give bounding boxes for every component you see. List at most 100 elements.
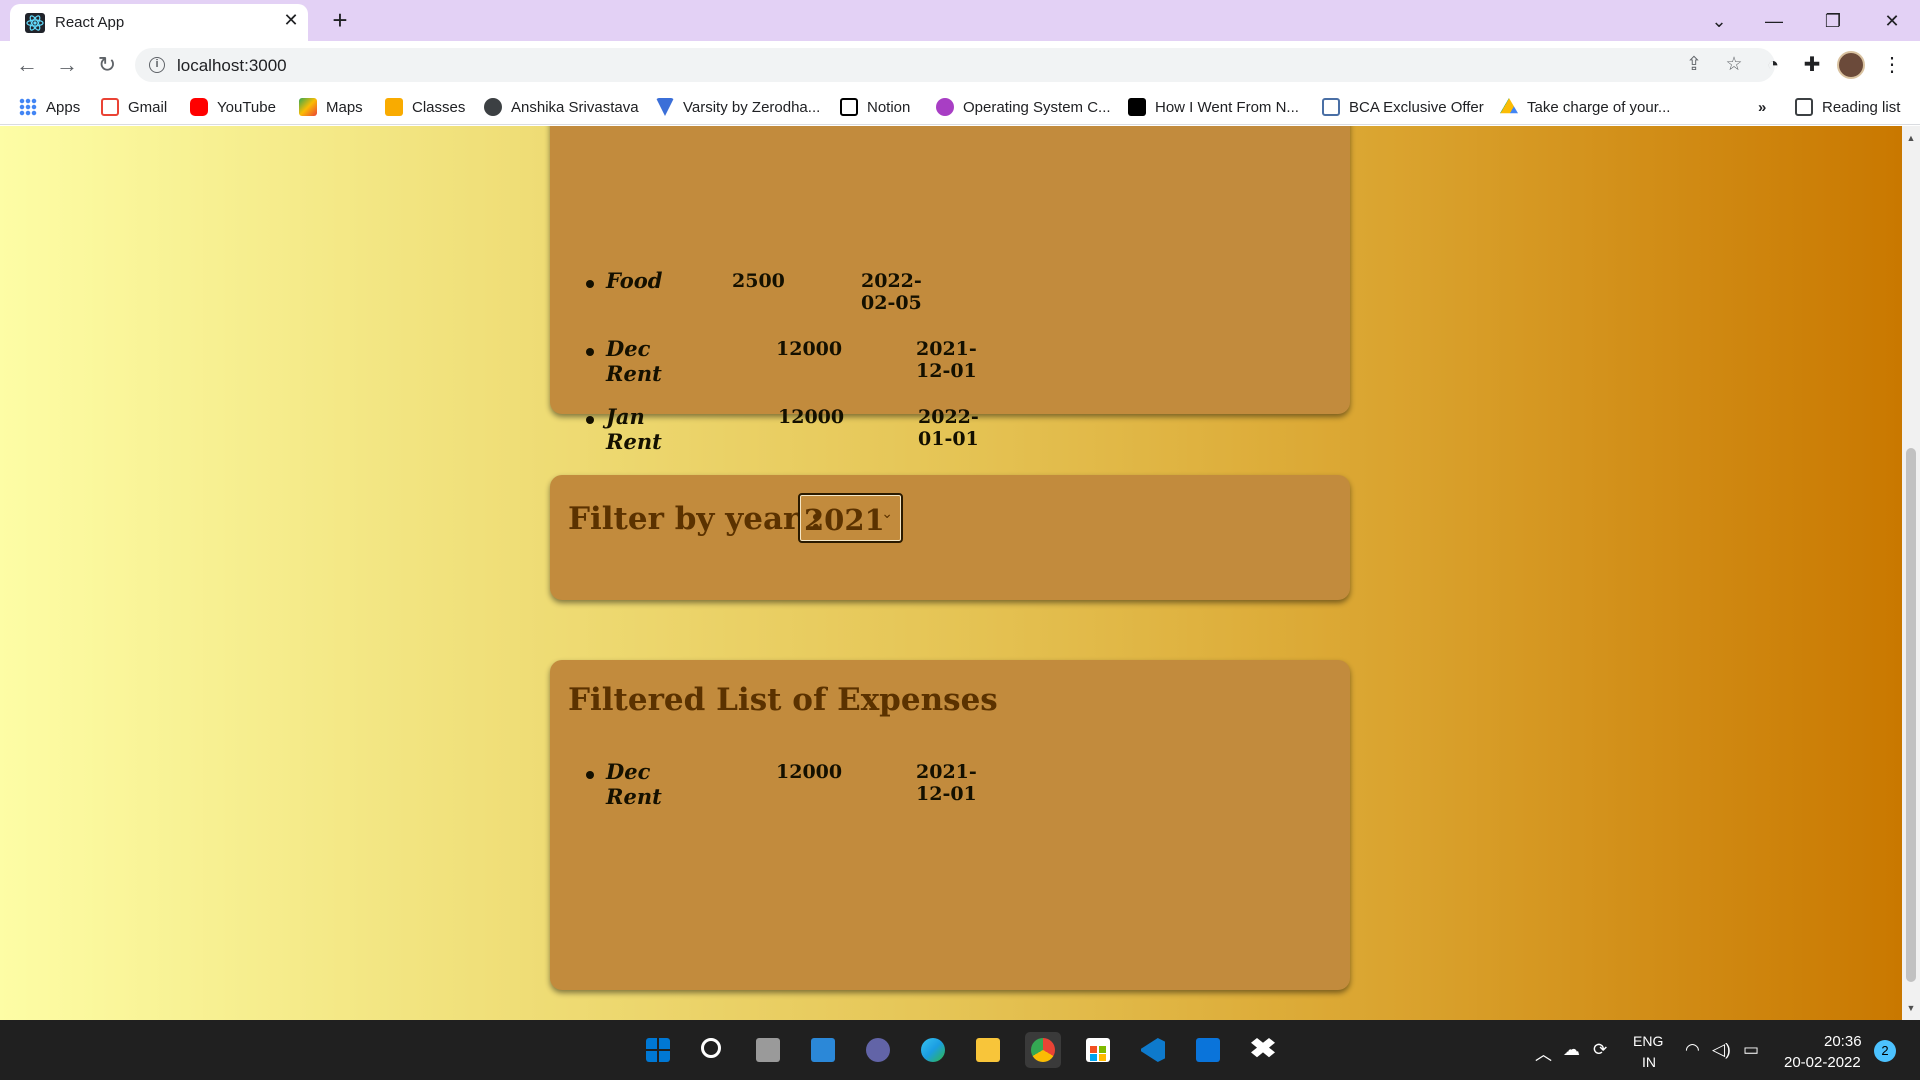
close-window-button[interactable]: ✕: [1877, 6, 1907, 36]
scroll-down-icon[interactable]: ▼: [1902, 1000, 1920, 1016]
reading-list-icon: [1795, 98, 1813, 116]
teams-chat-icon[interactable]: [860, 1032, 896, 1068]
gmail-icon: [101, 98, 119, 116]
back-button[interactable]: ←: [12, 50, 42, 80]
chevron-down-icon: ⌄: [881, 505, 893, 521]
expense-amount: 2500: [732, 270, 785, 292]
bookmark-classes[interactable]: Classes: [385, 96, 465, 118]
extensions-icon[interactable]: ✚: [1797, 50, 1827, 80]
bookmark-youtube[interactable]: YouTube: [190, 96, 276, 118]
filter-label: Filter by year :: [568, 501, 822, 537]
apps-grid-icon: [19, 98, 37, 116]
performance-icon[interactable]: ◔: [1758, 50, 1788, 80]
language-region[interactable]: IN: [1642, 1054, 1656, 1070]
minimize-button[interactable]: —: [1759, 6, 1789, 36]
bookmark-star-icon[interactable]: ☆: [1721, 52, 1747, 78]
notion-icon: [840, 98, 858, 116]
bookmark-medium[interactable]: How I Went From N...: [1128, 96, 1299, 118]
scroll-up-icon[interactable]: ▲: [1902, 130, 1920, 146]
share-icon[interactable]: ⇪: [1681, 52, 1707, 78]
reading-list-button[interactable]: Reading list: [1795, 96, 1900, 118]
expense-date: 2022-02-05: [861, 270, 922, 314]
page-viewport: Food 2500 2022-02-05 Dec Rent 12000 2021…: [0, 126, 1902, 1020]
bullet-icon: [586, 348, 594, 356]
filtered-list-title: Filtered List of Expenses: [568, 682, 998, 718]
year-select-value: 2021: [804, 503, 885, 537]
restore-button[interactable]: ❐: [1818, 6, 1848, 36]
bookmark-maps[interactable]: Maps: [299, 96, 363, 118]
forward-button[interactable]: →: [52, 50, 82, 80]
vscode-icon[interactable]: [1135, 1032, 1171, 1068]
search-icon[interactable]: [695, 1032, 731, 1068]
expense-amount: 12000: [776, 338, 843, 360]
tab-react-app[interactable]: React App ✕: [10, 4, 308, 41]
menu-icon[interactable]: ⋮: [1877, 50, 1907, 80]
bookmarks-bar: Apps Gmail YouTube Maps Classes Anshika …: [0, 90, 1920, 125]
scroll-thumb[interactable]: [1906, 448, 1916, 982]
edge-icon[interactable]: [915, 1032, 951, 1068]
filter-card: Filter by year : 2021 ⌄: [550, 475, 1350, 600]
bookmarks-overflow-button[interactable]: »: [1758, 96, 1766, 118]
widgets-icon[interactable]: [805, 1032, 841, 1068]
clock-time[interactable]: 20:36: [1824, 1033, 1862, 1050]
onedrive-icon[interactable]: ☁: [1563, 1040, 1580, 1060]
year-select[interactable]: 2021 ⌄: [798, 493, 903, 543]
bookmark-varsity[interactable]: Varsity by Zerodha...: [656, 96, 820, 118]
new-tab-button[interactable]: +: [326, 7, 354, 35]
filtered-expenses-card: Filtered List of Expenses Dec Rent 12000…: [550, 660, 1350, 990]
expense-date: 2021-12-01: [916, 338, 977, 382]
expense-date: 2022-01-01: [918, 406, 979, 450]
wifi-icon[interactable]: ◠: [1685, 1040, 1700, 1060]
tab-close-icon[interactable]: ✕: [280, 9, 302, 31]
expense-title: Food: [606, 268, 663, 293]
volume-icon[interactable]: ◁): [1712, 1040, 1731, 1060]
expense-amount: 12000: [778, 406, 845, 428]
expenses-card: Food 2500 2022-02-05 Dec Rent 12000 2021…: [550, 126, 1350, 454]
bookmark-gmail[interactable]: Gmail: [101, 96, 167, 118]
classroom-icon: [385, 98, 403, 116]
bookmark-notion[interactable]: Notion: [840, 96, 910, 118]
expense-title: Dec Rent: [606, 759, 662, 809]
sync-icon[interactable]: ⟳: [1593, 1040, 1607, 1060]
bca-offer-icon: [1322, 98, 1340, 116]
battery-icon[interactable]: ▭: [1743, 1040, 1759, 1060]
dropbox-icon[interactable]: [1245, 1032, 1281, 1068]
bookmark-anshika[interactable]: Anshika Srivastava: [484, 96, 639, 118]
bookmark-apps[interactable]: Apps: [19, 96, 80, 118]
operating-system-icon: [936, 98, 954, 116]
expense-date: 2021-12-01: [916, 761, 977, 805]
expense-amount: 12000: [776, 761, 843, 783]
page-scrollbar[interactable]: ▲ ▼: [1902, 126, 1920, 1020]
profile-avatar[interactable]: [1837, 51, 1865, 79]
site-info-icon[interactable]: i: [149, 57, 165, 73]
tab-search-icon[interactable]: ⌄: [1704, 6, 1734, 36]
bookmark-operating-system[interactable]: Operating System C...: [936, 96, 1111, 118]
react-favicon-icon: [25, 13, 45, 33]
url-text[interactable]: localhost:3000: [177, 56, 287, 76]
expense-title: Dec Rent: [606, 336, 662, 386]
windows-taskbar: ︿ ☁ ⟳ ENG IN ◠ ◁) ▭ 20:36 20-02-2022 2: [0, 1020, 1920, 1080]
windows-start-icon[interactable]: [640, 1032, 676, 1068]
clock-date[interactable]: 20-02-2022: [1784, 1054, 1861, 1071]
reload-button[interactable]: ↻: [92, 50, 122, 80]
maps-icon: [299, 98, 317, 116]
notification-badge[interactable]: 2: [1874, 1040, 1896, 1062]
language-indicator[interactable]: ENG: [1633, 1033, 1663, 1049]
globe-icon: [484, 98, 502, 116]
bullet-icon: [586, 416, 594, 424]
bookmark-take-charge[interactable]: Take charge of your...: [1500, 96, 1670, 118]
mail-icon[interactable]: [1190, 1032, 1226, 1068]
bullet-icon: [586, 771, 594, 779]
task-view-icon[interactable]: [750, 1032, 786, 1068]
microsoft-store-icon[interactable]: [1080, 1032, 1116, 1068]
browser-tab-strip: React App ✕ + ⌄ — ❐ ✕: [0, 0, 1920, 41]
tab-title: React App: [55, 14, 125, 31]
bookmark-bca[interactable]: BCA Exclusive Offer: [1322, 96, 1484, 118]
varsity-icon: [656, 98, 674, 116]
expense-title: Jan Rent: [606, 404, 662, 454]
file-explorer-icon[interactable]: [970, 1032, 1006, 1068]
chrome-icon[interactable]: [1025, 1032, 1061, 1068]
address-bar[interactable]: i localhost:3000 ⇪ ☆: [135, 48, 1775, 82]
browser-toolbar: ← → ↻ i localhost:3000 ⇪ ☆ ◔ ✚ ⋮: [0, 41, 1920, 90]
show-hidden-icons-icon[interactable]: ︿: [1535, 1040, 1552, 1065]
